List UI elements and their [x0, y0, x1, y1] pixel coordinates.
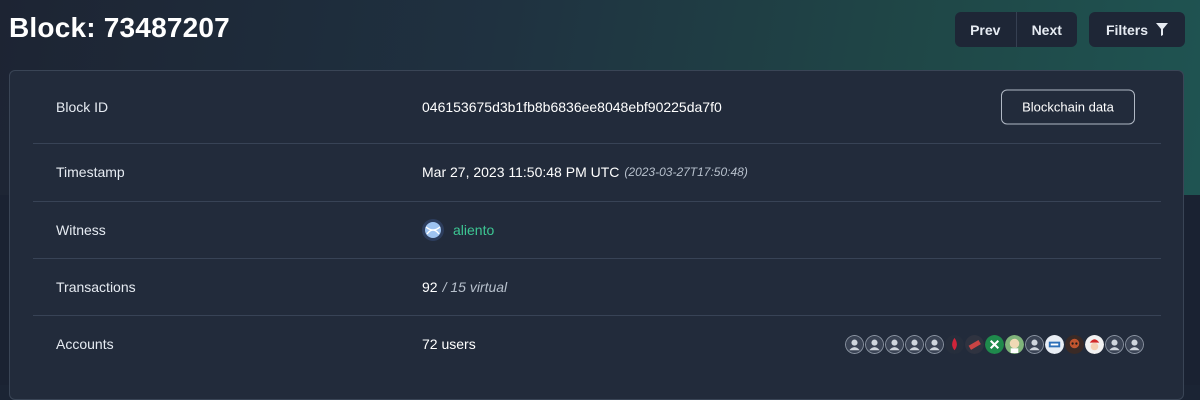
block-id-label: Block ID	[56, 99, 109, 115]
default-user-icon[interactable]	[845, 334, 864, 354]
block-id-value: 046153675d3b1fb8b6836ee8048ebf90225da7f0	[422, 99, 722, 115]
accounts-value: 72 users	[422, 336, 476, 352]
default-user-icon[interactable]	[925, 334, 944, 354]
default-user-icon[interactable]	[865, 334, 884, 354]
dark-character-avatar[interactable]	[1065, 334, 1084, 354]
timestamp-iso: (2023-03-27T17:50:48)	[624, 165, 748, 179]
default-user-icon[interactable]	[1025, 334, 1044, 354]
default-user-icon[interactable]	[1105, 334, 1124, 354]
green-x-avatar[interactable]	[985, 334, 1004, 354]
face-avatar[interactable]	[1005, 334, 1024, 354]
vote-avatar[interactable]	[1045, 334, 1064, 354]
transactions-value-group: 92 / 15 virtual	[422, 279, 507, 295]
witness-row: Witness aliento	[33, 201, 1161, 259]
timestamp-value: Mar 27, 2023 11:50:48 PM UTC	[422, 164, 620, 180]
default-user-icon[interactable]	[905, 334, 924, 354]
transactions-count: 92	[422, 278, 438, 295]
accounts-label: Accounts	[56, 336, 114, 352]
red-drop-avatar[interactable]	[945, 334, 964, 354]
next-button[interactable]: Next	[1015, 12, 1078, 47]
witness-value-group: aliento	[422, 218, 494, 241]
filters-label: Filters	[1105, 21, 1148, 38]
accounts-row: Accounts 72 users	[33, 315, 1161, 373]
witness-link[interactable]: aliento	[453, 222, 494, 238]
transactions-virtual: / 15 virtual	[442, 278, 508, 295]
prev-button[interactable]: Prev	[955, 12, 1016, 47]
timestamp-row: Timestamp Mar 27, 2023 11:50:48 PM UTC (…	[33, 143, 1161, 202]
block-id-row: Block ID 046153675d3b1fb8b6836ee8048ebf9…	[33, 71, 1161, 144]
default-user-icon[interactable]	[885, 334, 904, 354]
transactions-label: Transactions	[56, 278, 136, 295]
witness-label: Witness	[56, 221, 106, 238]
flag-avatar[interactable]	[965, 334, 984, 354]
page-title: Block: 73487207	[9, 12, 230, 43]
block-details-card: Block ID 046153675d3b1fb8b6836ee8048ebf9…	[9, 70, 1184, 400]
witness-avatar[interactable]	[422, 218, 444, 241]
funnel-icon	[1156, 23, 1168, 36]
filters-button[interactable]: Filters	[1089, 12, 1185, 47]
timestamp-value-group: Mar 27, 2023 11:50:48 PM UTC (2023-03-27…	[422, 164, 748, 180]
timestamp-label: Timestamp	[56, 164, 125, 180]
red-white-character-avatar[interactable]	[1085, 334, 1104, 354]
pagination-group: Prev Next	[955, 12, 1077, 47]
default-user-icon[interactable]	[1125, 334, 1144, 354]
transactions-row: Transactions 92 / 15 virtual	[33, 258, 1161, 316]
account-avatars	[845, 334, 1144, 354]
blockchain-data-button[interactable]: Blockchain data	[1001, 89, 1135, 125]
